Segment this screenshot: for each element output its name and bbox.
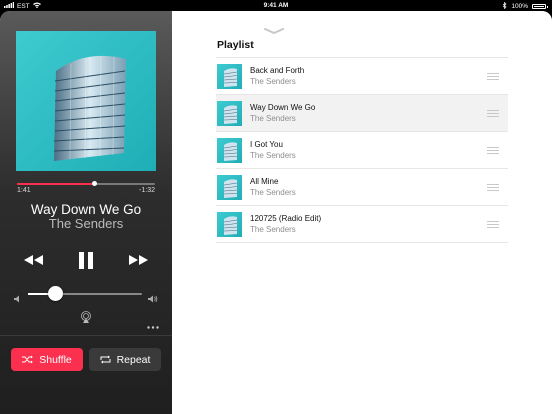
track-list: Back and Forth The Senders Way Down We Go T… <box>216 57 508 243</box>
track-artwork <box>217 64 242 89</box>
track-row[interactable]: All Mine The Senders <box>216 168 508 205</box>
repeat-icon <box>100 355 111 364</box>
volume-slider[interactable] <box>28 286 142 301</box>
status-bar: EST 9:41 AM 100% <box>0 0 552 11</box>
track-artist: The Senders <box>250 151 296 160</box>
playback-progress <box>17 183 95 185</box>
track-artwork <box>217 175 242 200</box>
track-artist: The Senders <box>250 188 296 197</box>
pause-icon <box>79 252 93 269</box>
track-title: 120725 (Radio Edit) <box>250 214 322 223</box>
battery-icon <box>532 4 548 9</box>
volume-low-icon <box>14 290 22 308</box>
shuffle-icon <box>22 355 34 364</box>
repeat-button[interactable]: Repeat <box>89 348 161 371</box>
track-artist: The Senders <box>250 77 296 86</box>
elapsed-time: 1:41 <box>17 187 31 194</box>
remaining-time: -1:32 <box>139 187 155 194</box>
track-artist: The Senders <box>250 225 296 234</box>
track-title: Back and Forth <box>250 66 305 75</box>
track-artist: The Senders <box>250 114 296 123</box>
fast-forward-button[interactable] <box>126 251 150 269</box>
divider <box>0 335 172 336</box>
volume-high-icon <box>148 290 158 308</box>
shuffle-label: Shuffle <box>39 353 72 366</box>
track-artwork <box>217 101 242 126</box>
clock: 9:41 AM <box>263 2 289 9</box>
chevron-down-icon[interactable] <box>264 21 284 39</box>
song-title: Way Down We Go <box>30 202 142 217</box>
playback-scrubber[interactable] <box>17 181 155 186</box>
bluetooth-icon <box>502 1 507 11</box>
track-artwork <box>217 212 242 237</box>
rewind-icon <box>24 255 43 265</box>
list-end-divider <box>216 242 508 243</box>
more-icon[interactable] <box>147 316 159 334</box>
repeat-label: Repeat <box>116 353 151 366</box>
track-title: I Got You <box>250 140 283 149</box>
app-window: 1:41 -1:32 Way Down We Go The Senders Sh… <box>0 11 552 414</box>
airplay-icon[interactable] <box>80 310 92 328</box>
album-artwork <box>16 31 156 171</box>
reorder-grip-icon[interactable] <box>487 184 499 193</box>
track-row[interactable]: Way Down We Go The Senders <box>216 94 508 131</box>
track-row[interactable]: Back and Forth The Senders <box>216 57 508 94</box>
now-playing-panel: 1:41 -1:32 Way Down We Go The Senders Sh… <box>0 11 172 414</box>
track-title: All Mine <box>250 177 279 186</box>
track-artwork <box>217 138 242 163</box>
track-title: Way Down We Go <box>250 103 316 112</box>
battery-percent: 100% <box>511 3 528 10</box>
shuffle-button[interactable]: Shuffle <box>11 348 83 371</box>
fast-forward-icon <box>129 255 148 265</box>
reorder-grip-icon[interactable] <box>487 221 499 230</box>
reorder-grip-icon[interactable] <box>487 147 499 156</box>
track-row[interactable]: 120725 (Radio Edit) The Senders <box>216 205 508 242</box>
reorder-grip-icon[interactable] <box>487 73 499 82</box>
pause-button[interactable] <box>74 251 98 269</box>
volume-knob[interactable] <box>48 286 64 301</box>
reorder-grip-icon[interactable] <box>487 110 499 119</box>
playlist-panel: Playlist Back and Forth The Senders Way Do… <box>172 11 552 414</box>
track-row[interactable]: I Got You The Senders <box>216 131 508 168</box>
song-artist: The Senders <box>48 216 124 231</box>
playlist-heading: Playlist <box>217 39 254 51</box>
rewind-button[interactable] <box>22 251 46 269</box>
scrubber-knob[interactable] <box>92 181 98 186</box>
